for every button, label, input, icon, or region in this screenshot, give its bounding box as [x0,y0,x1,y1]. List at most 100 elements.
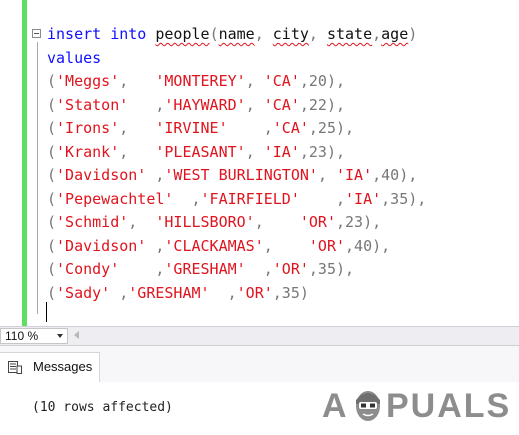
code-line-row: ('Davidson' ,'CLACKAMAS', 'OR',40), [47,235,426,259]
paren-open: ( [47,283,57,302]
value-age: ,23), [336,213,382,231]
value-name: 'Pepewachtel' [56,189,174,208]
column-state: state [326,25,373,43]
query-editor[interactable]: insert into people(name, city, state,age… [0,0,519,326]
comma: , [372,25,382,43]
code-line-row: ('Sady' ,'GRESHAM' ,'OR',35) [47,282,426,306]
separator: , [119,119,156,137]
value-city: 'WEST BURLINGTON' [164,166,318,184]
value-city: 'GRESHAM' [128,283,210,302]
outline-guide [37,42,38,314]
separator: , [110,283,129,302]
rows-affected-message: (10 rows affected) [32,400,173,415]
editor-status-strip: 110 % [0,326,519,346]
paren-open: ( [47,72,57,90]
tab-messages-label: Messages [33,359,93,374]
value-city: 'HAYWARD' [164,95,246,114]
separator: , [173,189,201,208]
separator: , [119,72,156,90]
value-name: 'Sady' [56,283,111,302]
code-line-row: ('Davidson' ,'WEST BURLINGTON', 'IA',40)… [47,164,426,188]
value-city: 'HILLSBORO' [155,213,255,231]
mascot-face-icon [356,391,380,421]
editor-margin [0,0,22,326]
paren-close: ) [408,25,418,43]
value-state: 'OR' [272,260,309,278]
value-age: ,35) [272,283,309,302]
paren-open: ( [47,95,57,114]
value-name: 'Meggs' [56,72,120,90]
value-state: 'IA' [345,189,382,208]
separator: , [263,236,309,255]
sql-code[interactable]: insert into people(name, city, state,age… [47,23,426,305]
keyword-into: into [110,25,147,43]
tab-messages[interactable]: Messages [0,352,100,382]
zoom-dropdown[interactable]: 110 % [0,328,68,344]
value-city: 'CLACKAMAS' [164,236,264,255]
value-age: ,20), [299,72,346,90]
code-line-row: ('Meggs', 'MONTEREY', 'CA',20), [47,70,426,94]
separator: , [119,260,165,278]
value-state: 'OR' [299,213,336,231]
comma: , [308,25,327,43]
paren-open: ( [47,142,57,161]
separator: , [254,213,300,231]
value-city: 'FAIRFIELD' [200,189,300,208]
value-state: 'CA' [272,119,309,137]
separator: , [245,142,264,161]
value-state: 'CA' [263,72,300,90]
code-line-row: ('Schmid', 'HILLSBORO', 'OR',23), [47,211,426,235]
separator: , [119,142,156,161]
scroll-left-icon[interactable] [74,331,79,339]
table-name: people [155,25,210,43]
value-state: 'IA' [263,142,300,161]
column-age: age [381,25,409,43]
keyword-values: values [47,48,102,67]
value-name: 'Davidson' [56,236,147,255]
comma: , [254,25,273,43]
value-name: 'Schmid' [56,213,129,231]
value-name: 'Staton' [56,95,129,114]
paren-open: ( [47,166,57,184]
value-name: 'Condy' [56,260,120,278]
value-name: 'Irons' [56,119,120,137]
dropdown-arrow-icon[interactable] [57,334,63,338]
separator: , [317,166,336,184]
separator: , [245,72,264,90]
separator: , [245,95,264,114]
keyword-insert: insert [47,25,102,43]
value-age: ,22), [299,95,346,114]
watermark-text: PUALS [386,387,512,425]
paren-open: ( [47,260,57,278]
column-name: name [218,25,255,43]
separator: , [227,119,273,137]
separator: , [209,283,237,302]
code-line-row: ('Staton' ,'HAYWARD', 'CA',22), [47,94,426,118]
separator: , [128,213,156,231]
code-line-insert: insert into people(name, city, state,age… [47,23,426,47]
collapse-minus-icon[interactable] [32,29,41,38]
separator: , [146,236,165,255]
value-city: 'GRESHAM' [164,260,246,278]
separator: , [128,95,165,114]
value-city: 'PLEASANT' [155,142,246,161]
value-state: 'IA' [336,166,373,184]
value-city: 'IRVINE' [155,119,228,137]
zoom-value: 110 % [5,329,39,343]
results-tabbar: Messages [0,346,519,382]
value-age: ,35), [308,260,355,278]
value-state: 'OR' [236,283,273,302]
paren-open: ( [47,119,57,137]
paren-open: ( [47,213,57,231]
separator: , [245,260,273,278]
watermark-letter-a: A [322,387,349,425]
separator: , [146,166,165,184]
value-age: ,40), [372,166,418,184]
change-tracking-bar [22,0,27,326]
messages-icon [8,361,22,374]
column-city: city [272,25,309,43]
value-state: 'CA' [263,95,300,114]
separator: , [299,189,346,208]
code-line-row: ('Pepewachtel' ,'FAIRFIELD' ,'IA',35), [47,188,426,212]
code-line-row: ('Condy' ,'GRESHAM' ,'OR',35), [47,258,426,282]
